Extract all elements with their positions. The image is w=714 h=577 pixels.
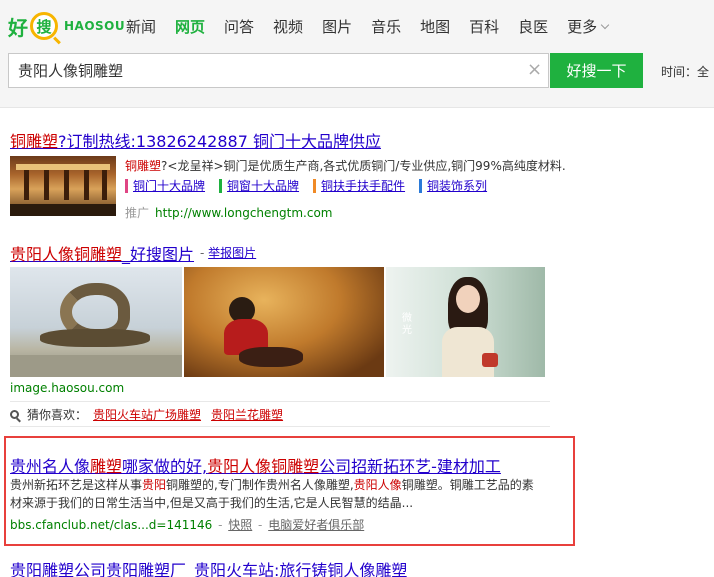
site-name-link[interactable]: 电脑爱好者俱乐部 [268,518,364,532]
nav-news[interactable]: 新闻 [126,16,156,37]
title-part: 哪家做的好, [122,457,208,476]
logo-magnifier-icon: 搜 [30,12,58,40]
portrait-sweater [442,327,494,377]
result-url: http://www.longchengtm.com [155,206,333,220]
search-button[interactable]: 好搜一下 [550,53,643,88]
ad-line: 推广 http://www.longchengtm.com [125,204,332,221]
ad-label: 推广 [125,206,150,220]
image-caption-2: 光 [402,325,412,336]
nav-images[interactable]: 图片 [322,16,352,37]
search-box: × [8,53,549,88]
result-description: 铜雕塑?<龙呈祥>铜门是优质生产商,各式优质铜门/专业供应,铜门99%高纯度材料… [125,157,566,174]
image-strip: 微光 [10,267,545,377]
result-title[interactable]: 贵阳人像铜雕塑_好搜图片 [10,241,194,265]
meta-sep: - [214,518,227,532]
report-image-link[interactable]: 举报图片 [208,246,256,260]
logo-sou: 搜 [36,17,52,36]
nav-more-label: 更多 [567,18,598,36]
nav-web[interactable]: 网页 [175,16,205,37]
chevron-down-icon [600,20,610,30]
sitelinks: 铜门十大品牌 铜窗十大品牌 铜扶手扶手配件 铜装饰系列 [125,179,501,193]
header: 好 搜 HAOSOU 新闻 网页 问答 视频 图片 音乐 地图 百科 良医 更多… [0,0,714,108]
sitelink[interactable]: 铜扶手扶手配件 [313,179,405,193]
image-source-url: image.haosou.com [10,381,125,395]
thumb-pillar [24,170,29,200]
nav-maps[interactable]: 地图 [420,16,450,37]
guess-you-like: 猜你喜欢： 贵阳火车站广场雕塑 贵阳兰花雕塑 [10,401,550,427]
title-text: _好搜图片 [122,245,195,264]
thumb-pillar [84,170,89,200]
haosou-logo[interactable]: 好 搜 HAOSOU [8,10,125,42]
title-keyword: 铜雕塑 [10,132,59,151]
report-sep: - [200,246,209,260]
nav-baike[interactable]: 百科 [469,16,499,37]
title-text: ?订制热线:13826242887 铜门十大品牌供应 [58,132,381,151]
clear-icon[interactable]: × [527,61,542,79]
result-meta: bbs.cfanclub.net/clas...d=141146 - 快照 - … [10,516,364,533]
person-skirt [239,347,303,367]
nav-music[interactable]: 音乐 [371,16,401,37]
search-icon [10,409,19,419]
search-input[interactable] [9,54,519,87]
image-caption: 微光 [402,313,412,337]
report-line: - 举报图片 [200,244,256,261]
title-keyword: 贵阳人像铜雕塑 [10,245,123,264]
logo-hao: 好 [8,15,28,40]
nav-more[interactable]: 更多 [567,16,610,37]
thumb-pillar [44,170,49,200]
result-title[interactable]: 贵州名人像雕塑哪家做的好,贵阳人像铜雕塑公司招新拓环艺-建材加工 [10,453,501,477]
portrait-bag [482,353,498,367]
sitelink[interactable]: 铜窗十大品牌 [219,179,299,193]
logo-text: HAOSOU [64,19,126,33]
title-keyword: 雕塑 [90,457,123,476]
desc-text: ?<龙呈祥>铜门是优质生产商,各式优质铜门/专业供应,铜门99%高纯度材料. [161,159,566,173]
sitelink[interactable]: 铜门十大品牌 [125,179,205,193]
sitelink[interactable]: 铜装饰系列 [419,179,487,193]
guess-link[interactable]: 贵阳火车站广场雕塑 [93,406,201,423]
thumb-pillar [102,170,107,200]
thumb-base [10,204,116,216]
nav-doctor[interactable]: 良医 [518,16,548,37]
desc-keyword: 贵阳人像 [353,478,402,492]
portrait-face [456,285,480,313]
nav-video[interactable]: 视频 [273,16,303,37]
result-thumbnail[interactable] [10,156,116,216]
time-filter[interactable]: 时间：全 [661,63,709,80]
desc-part: 贵州新拓环艺是这样从事 [10,478,143,492]
title-part: 公司招新拓环艺-建材加工 [319,457,501,476]
snapshot-link[interactable]: 快照 [228,518,252,532]
guess-label: 猜你喜欢： [27,407,88,422]
image-girl-portrait[interactable]: 微光 [386,267,545,377]
title-keyword: 贵阳人像铜雕塑 [207,457,320,476]
ground [10,355,182,377]
thumb-roof [16,164,110,170]
image-woman-sitting[interactable] [184,267,384,377]
guess-link[interactable]: 贵阳兰花雕塑 [211,406,283,423]
top-nav: 新闻 网页 问答 视频 图片 音乐 地图 百科 良医 更多 [126,16,627,37]
result-url: bbs.cfanclub.net/clas...d=141146 [10,518,213,532]
title-part: 贵州名人像 [10,457,91,476]
result-description: 贵州新拓环艺是这样从事贵阳铜雕塑的,专门制作贵州名人像雕塑,贵阳人像铜雕塑。铜雕… [10,476,545,512]
desc-keyword: 铜雕塑 [125,159,162,173]
nav-qa[interactable]: 问答 [224,16,254,37]
desc-part: 铜雕塑的,专门制作贵州名人像雕塑, [166,478,354,492]
image-caption-1: 微 [402,313,412,324]
result-title[interactable]: 贵阳雕塑公司贵阳雕塑厂_贵阳火车站:旅行铸铜人像雕塑 [10,557,407,577]
image-sculpture[interactable] [10,267,182,377]
sculpture-base [40,329,150,347]
result-title[interactable]: 铜雕塑?订制热线:13826242887 铜门十大品牌供应 [10,128,381,152]
meta-sep: - [254,518,267,532]
thumb-pillar [64,170,69,200]
desc-keyword: 贵阳 [142,478,167,492]
